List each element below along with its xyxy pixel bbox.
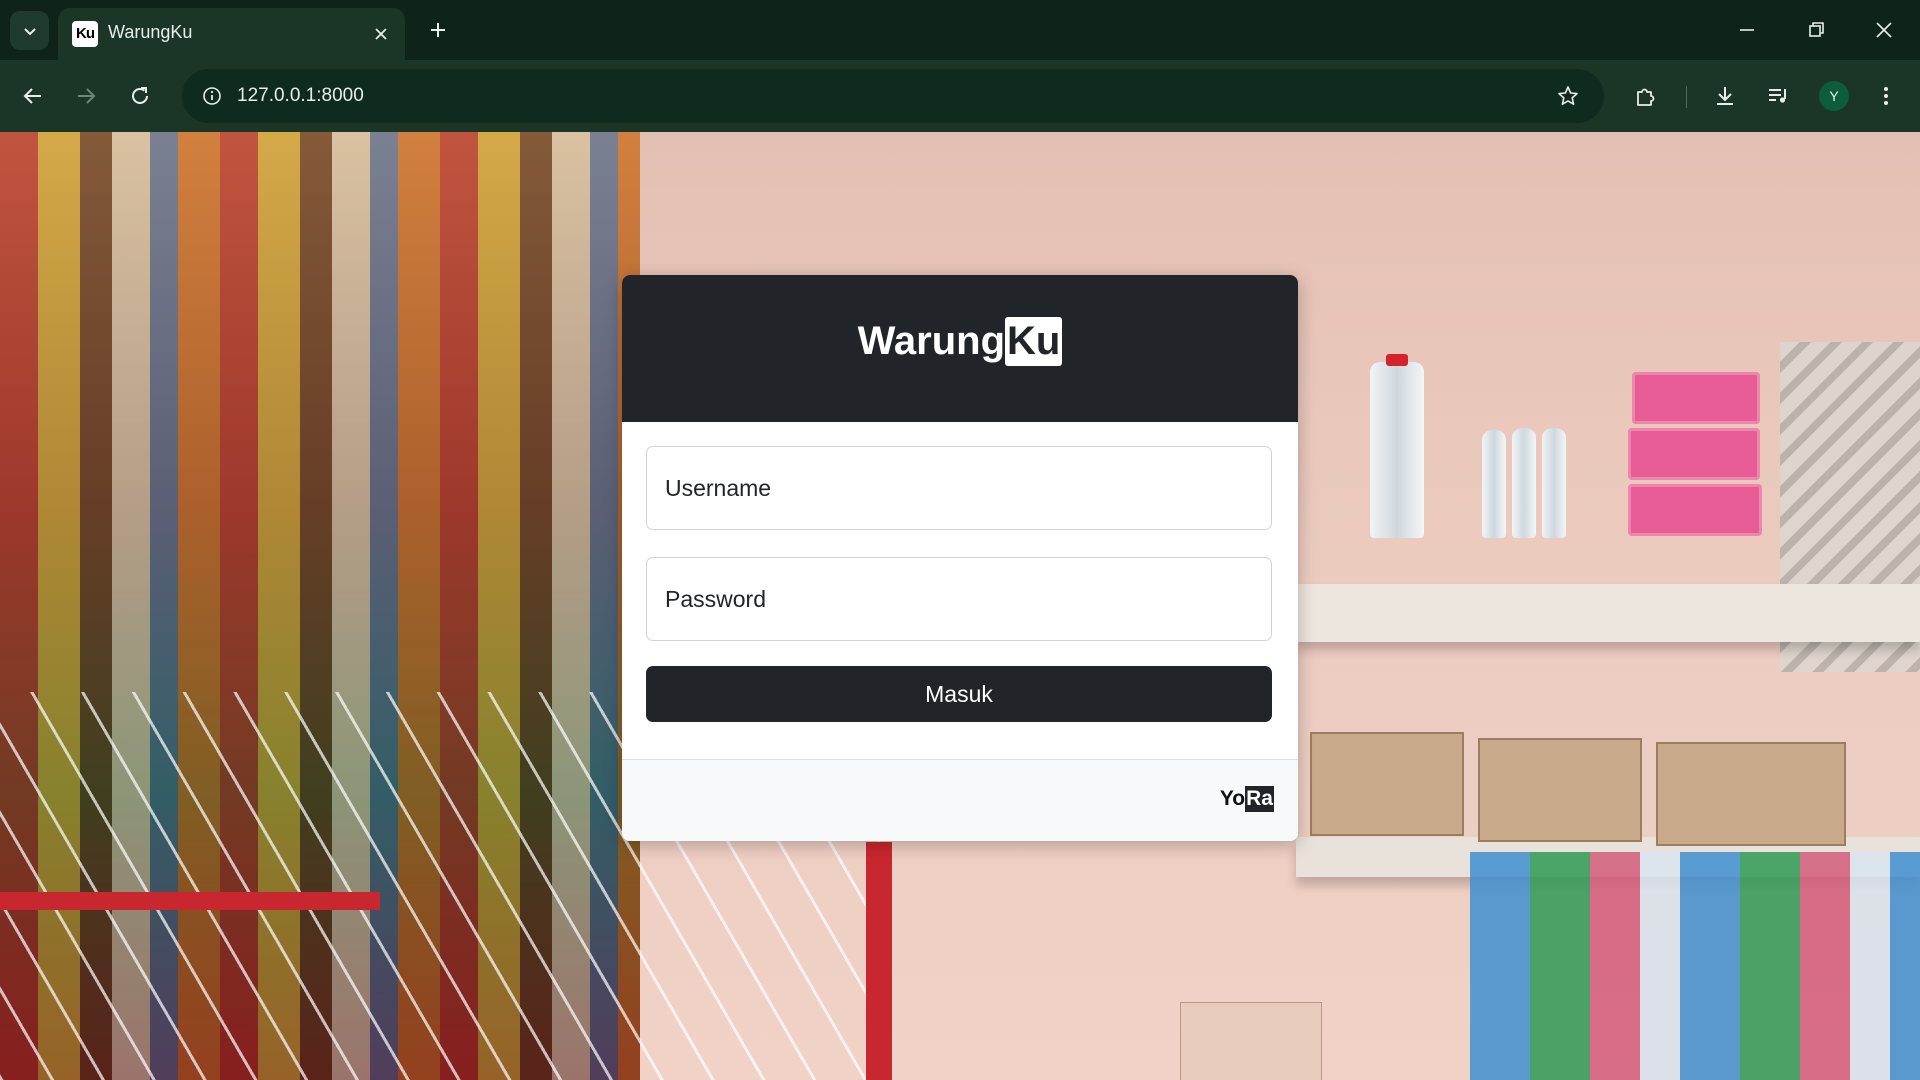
bookmark-button[interactable] — [1550, 78, 1586, 114]
shelf-image — [1296, 584, 1920, 642]
footer-logo: YoRa — [1219, 786, 1274, 812]
brand-prefix: Warung — [857, 319, 1006, 363]
bottle-image — [1370, 362, 1424, 538]
forward-button[interactable] — [68, 78, 104, 114]
login-card-footer: YoRa — [622, 759, 1298, 841]
login-card-header: WarungKu — [622, 275, 1298, 422]
bottle-cap-image — [1386, 354, 1408, 366]
chevron-down-icon — [23, 27, 36, 35]
cardboard-box-image — [1478, 738, 1642, 842]
arrow-left-icon — [23, 88, 41, 104]
bottle-image — [1512, 428, 1536, 538]
crate-image — [1180, 1002, 1322, 1080]
password-input[interactable] — [646, 557, 1272, 641]
restore-button[interactable] — [1798, 12, 1834, 48]
minimize-icon — [1740, 29, 1754, 31]
site-info-button[interactable] — [194, 78, 230, 114]
puzzle-icon — [1637, 88, 1655, 106]
page-viewport: WarungKu Masuk YoRa — [0, 132, 1920, 1080]
address-bar[interactable]: 127.0.0.1:8000 — [182, 69, 1604, 123]
login-submit-button[interactable]: Masuk — [646, 666, 1272, 722]
browser-tab[interactable]: Ku WarungKu — [58, 8, 405, 60]
toolbar-divider — [1686, 86, 1687, 108]
footer-brand-highlight: Ra — [1245, 786, 1274, 812]
new-tab-button[interactable] — [425, 17, 451, 43]
plus-icon — [431, 23, 445, 37]
favicon-icon: Ku — [72, 21, 98, 47]
login-card: WarungKu Masuk YoRa — [622, 275, 1298, 841]
download-icon — [1717, 87, 1733, 105]
red-post-image — [866, 842, 892, 1080]
tab-search-button[interactable] — [10, 11, 49, 50]
url-text[interactable]: 127.0.0.1:8000 — [237, 85, 364, 107]
tab-title: WarungKu — [108, 22, 193, 42]
footer-brand-prefix: Yo — [1219, 787, 1246, 810]
media-queue-icon — [1769, 89, 1786, 103]
browser-tab-bar: Ku WarungKu — [0, 0, 1920, 60]
star-icon — [1558, 86, 1578, 105]
cardboard-box-image — [1656, 742, 1846, 846]
product-pack-image — [1628, 484, 1762, 536]
reload-button[interactable] — [122, 78, 158, 114]
back-button[interactable] — [15, 78, 51, 114]
close-icon — [375, 28, 387, 40]
bottle-image — [1482, 430, 1506, 538]
brand-highlight: Ku — [1005, 317, 1063, 366]
username-input[interactable] — [646, 446, 1272, 530]
product-pack-image — [1632, 372, 1760, 424]
kebab-menu-icon — [1884, 87, 1888, 105]
tab-close-button[interactable] — [371, 24, 391, 44]
browser-menu-button[interactable] — [1868, 78, 1904, 114]
hanging-sachets-image — [1470, 852, 1920, 1080]
minimize-button[interactable] — [1729, 12, 1765, 48]
close-icon — [1876, 22, 1892, 38]
restore-icon — [1809, 22, 1824, 37]
cardboard-box-image — [1310, 732, 1464, 836]
profile-avatar[interactable]: Y — [1819, 81, 1849, 111]
bottle-image — [1542, 428, 1566, 538]
product-pack-image — [1628, 428, 1760, 480]
red-frame-image — [0, 892, 380, 910]
brand-logo: WarungKu — [622, 317, 1298, 366]
reload-icon — [132, 87, 148, 104]
info-icon — [203, 87, 221, 105]
arrow-right-icon — [78, 88, 96, 104]
browser-toolbar: 127.0.0.1:8000 Y — [0, 60, 1920, 132]
login-form: Masuk — [622, 422, 1298, 734]
media-controls-button[interactable] — [1760, 78, 1796, 114]
downloads-button[interactable] — [1707, 78, 1743, 114]
close-window-button[interactable] — [1866, 12, 1902, 48]
extensions-button[interactable] — [1628, 78, 1664, 114]
